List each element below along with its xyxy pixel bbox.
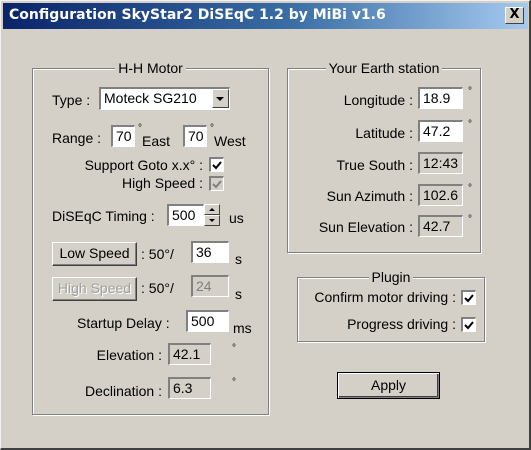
checkmark-icon bbox=[212, 180, 222, 189]
elevation-value: 42.1 bbox=[168, 343, 211, 365]
plugin-group-title: Plugin bbox=[368, 269, 414, 285]
config-window: Configuration SkyStar2 DiSEqC 1.2 by MiB… bbox=[0, 0, 531, 450]
low-speed-unit: s bbox=[235, 251, 242, 267]
checkmark-icon bbox=[464, 321, 474, 330]
declination-label: Declination : bbox=[84, 383, 162, 399]
range-label: Range : bbox=[52, 130, 102, 146]
apply-button[interactable]: Apply bbox=[337, 372, 440, 399]
range-east-unit: East bbox=[142, 133, 171, 149]
latitude-degree: ° bbox=[468, 119, 472, 130]
diseqc-timing-input[interactable]: 500 bbox=[167, 204, 204, 226]
checkmark-icon bbox=[464, 294, 474, 303]
elevation-degree: ° bbox=[232, 343, 236, 354]
high-speed-unit: s bbox=[235, 286, 242, 302]
true-south-value: 12:43 bbox=[418, 152, 463, 174]
range-west-input[interactable]: 70 bbox=[183, 125, 207, 147]
longitude-degree: ° bbox=[468, 86, 472, 97]
latitude-label: Latitude : bbox=[355, 125, 413, 141]
progress-driving-label: Progress driving : bbox=[347, 316, 456, 332]
range-east-input[interactable]: 70 bbox=[111, 125, 135, 147]
diseqc-timing-unit: us bbox=[229, 210, 244, 226]
arrow-up-icon bbox=[209, 208, 215, 211]
latitude-input[interactable]: 47.2 bbox=[418, 120, 463, 142]
type-label: Type : bbox=[52, 92, 91, 108]
high-speed-input: 24 bbox=[191, 275, 229, 297]
elevation-label: Elevation : bbox=[96, 347, 162, 363]
confirm-driving-checkbox[interactable] bbox=[461, 290, 476, 305]
low-speed-button[interactable]: Low Speed bbox=[52, 242, 137, 266]
chevron-down-icon bbox=[216, 97, 224, 101]
spin-down-button[interactable] bbox=[204, 215, 220, 226]
spin-up-button[interactable] bbox=[204, 204, 220, 215]
earth-station-group-title: Your Earth station bbox=[325, 60, 443, 76]
dropdown-arrow-button[interactable] bbox=[212, 89, 229, 108]
progress-driving-checkbox[interactable] bbox=[461, 317, 476, 332]
longitude-input[interactable]: 18.9 bbox=[418, 87, 463, 109]
title-bar[interactable]: Configuration SkyStar2 DiSEqC 1.2 by MiB… bbox=[3, 3, 528, 29]
checkmark-icon bbox=[212, 161, 222, 170]
diseqc-timing-label: DiSEqC Timing : bbox=[52, 208, 155, 224]
low-speed-rate: : 50°/ bbox=[141, 246, 174, 262]
longitude-label: Longitude : bbox=[343, 92, 413, 108]
hh-motor-group-title: H-H Motor bbox=[115, 60, 186, 76]
true-south-label: True South : bbox=[336, 157, 413, 173]
declination-degree: ° bbox=[232, 377, 236, 388]
high-speed-rate: : 50°/ bbox=[141, 280, 174, 296]
sun-elevation-degree: ° bbox=[468, 214, 472, 225]
declination-value: 6.3 bbox=[168, 377, 211, 399]
diseqc-timing-spinner[interactable] bbox=[204, 204, 220, 226]
support-goto-checkbox[interactable] bbox=[209, 157, 224, 172]
range-west-unit: West bbox=[214, 133, 246, 149]
motor-type-value: Moteck SG210 bbox=[104, 90, 197, 106]
high-speed-button: High Speed bbox=[52, 277, 137, 301]
close-icon: X bbox=[509, 7, 520, 22]
sun-azimuth-degree: ° bbox=[468, 183, 472, 194]
sun-elevation-value: 42.7 bbox=[418, 215, 463, 237]
sun-elevation-label: Sun Elevation : bbox=[318, 219, 413, 235]
close-button[interactable]: X bbox=[505, 7, 524, 24]
startup-delay-unit: ms bbox=[233, 320, 252, 336]
confirm-driving-label: Confirm motor driving : bbox=[314, 289, 456, 305]
motor-type-select[interactable]: Moteck SG210 bbox=[99, 87, 230, 110]
window-title: Configuration SkyStar2 DiSEqC 1.2 by MiB… bbox=[9, 7, 386, 23]
startup-delay-label: Startup Delay : bbox=[77, 315, 170, 331]
startup-delay-input[interactable]: 500 bbox=[186, 310, 229, 332]
high-speed-label: High Speed : bbox=[122, 175, 203, 191]
sun-azimuth-value: 102.6 bbox=[418, 184, 463, 206]
high-speed-checkbox bbox=[209, 176, 224, 191]
support-goto-label: Support Goto x.x° : bbox=[84, 157, 203, 173]
sun-azimuth-label: Sun Azimuth : bbox=[326, 188, 413, 204]
low-speed-input[interactable]: 36 bbox=[191, 241, 229, 263]
arrow-down-icon bbox=[209, 219, 215, 222]
